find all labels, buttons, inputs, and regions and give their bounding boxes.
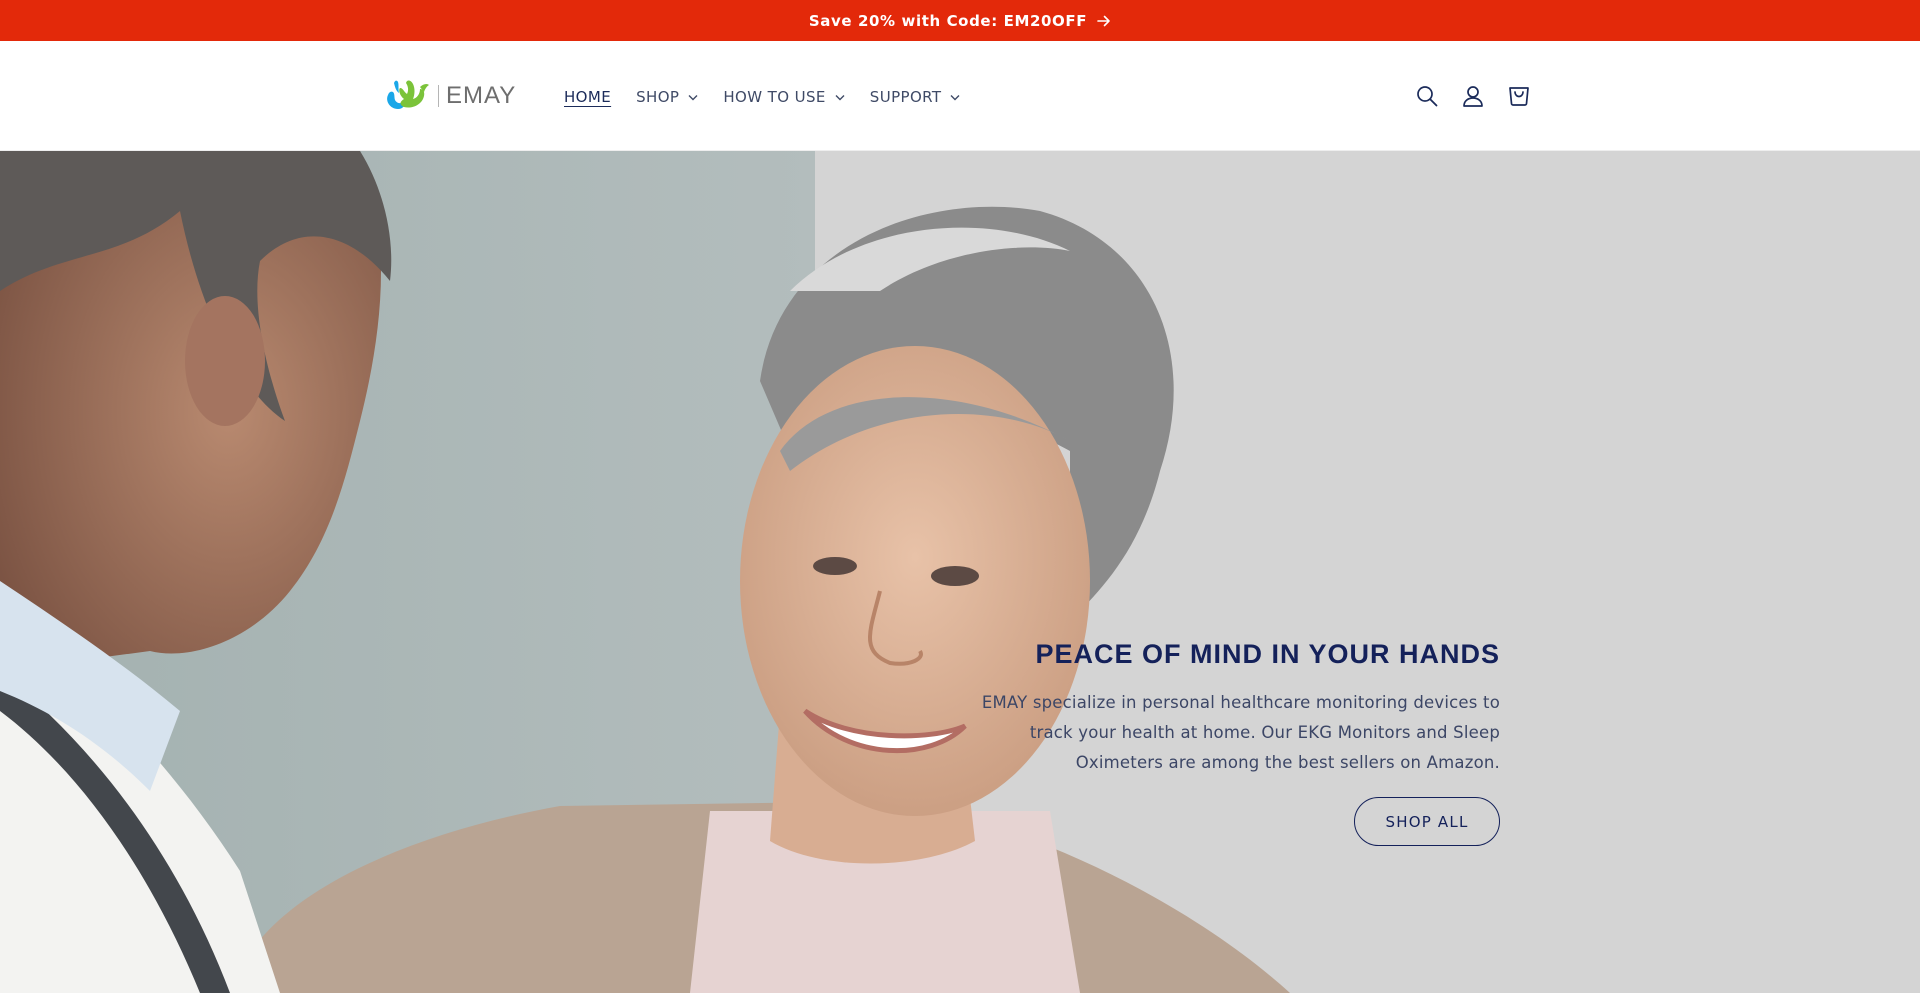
hero-banner: PEACE OF MIND IN YOUR HANDS EMAY special… bbox=[0, 151, 1920, 993]
chevron-down-icon bbox=[950, 94, 960, 101]
nav-home[interactable]: HOME bbox=[564, 88, 611, 106]
nav-shop-label: SHOP bbox=[636, 88, 680, 106]
chevron-down-icon bbox=[688, 94, 698, 101]
nav-how-to-use-label: HOW TO USE bbox=[723, 88, 826, 106]
nav-support-label: SUPPORT bbox=[869, 88, 942, 106]
arrow-right-icon bbox=[1097, 15, 1111, 27]
main-nav: HOME SHOP HOW TO USE SUPPORT bbox=[564, 84, 985, 110]
nav-support[interactable]: SUPPORT bbox=[870, 88, 961, 106]
account-icon[interactable] bbox=[1460, 83, 1486, 109]
hero-description: EMAY specialize in personal healthcare m… bbox=[981, 693, 1500, 772]
cart-icon[interactable] bbox=[1506, 83, 1532, 109]
hero-content: PEACE OF MIND IN YOUR HANDS EMAY special… bbox=[980, 639, 1500, 778]
logo-text: EMAY bbox=[438, 84, 516, 108]
search-icon[interactable] bbox=[1414, 83, 1440, 109]
chevron-down-icon bbox=[835, 94, 845, 101]
logo[interactable]: EMAY bbox=[384, 79, 516, 113]
logo-hands-icon bbox=[384, 77, 432, 115]
header-icons bbox=[1414, 83, 1552, 109]
shop-all-button[interactable]: SHOP ALL bbox=[1354, 797, 1500, 846]
nav-how-to-use[interactable]: HOW TO USE bbox=[723, 88, 845, 106]
announcement-bar[interactable]: Save 20% with Code: EM20OFF bbox=[0, 0, 1920, 41]
site-header: EMAY HOME SHOP HOW TO USE SUPPORT bbox=[0, 41, 1920, 151]
hero-title: PEACE OF MIND IN YOUR HANDS bbox=[1035, 639, 1500, 669]
hero-photo bbox=[0, 151, 1920, 993]
nav-home-label: HOME bbox=[564, 88, 612, 106]
nav-shop[interactable]: SHOP bbox=[636, 88, 698, 106]
announcement-text: Save 20% with Code: EM20OFF bbox=[808, 11, 1088, 30]
